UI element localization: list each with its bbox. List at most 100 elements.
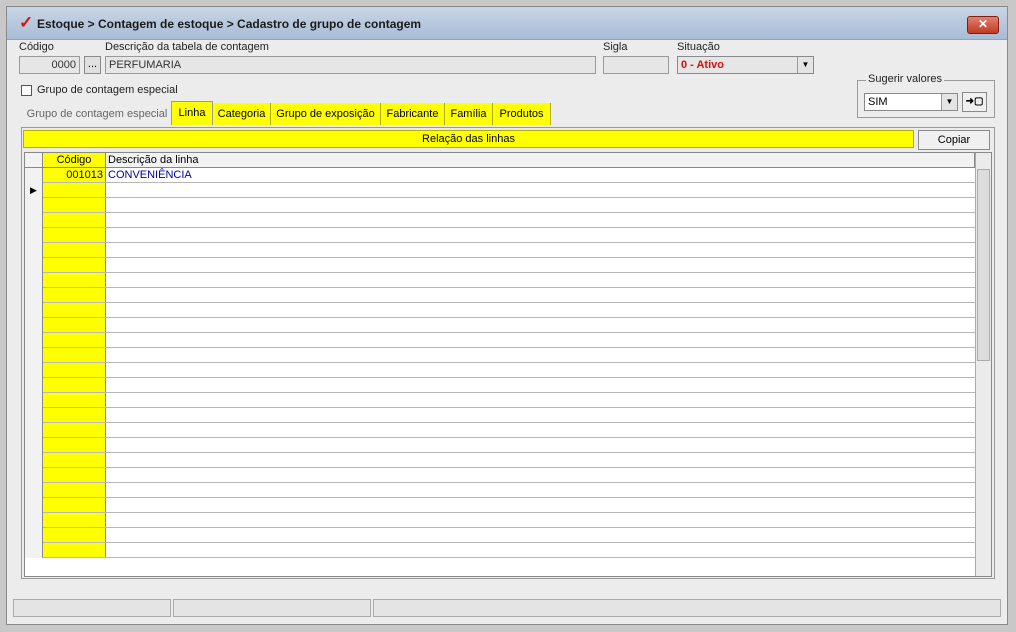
cell-codigo[interactable] — [43, 288, 106, 302]
table-row[interactable]: 001013 CONVENIÊNCIA — [25, 168, 975, 183]
cell-codigo[interactable] — [43, 393, 106, 407]
table-row[interactable] — [25, 258, 975, 273]
table-row[interactable] — [25, 288, 975, 303]
chevron-down-icon[interactable]: ▼ — [797, 57, 813, 73]
tab-grupo-especial[interactable]: Grupo de contagem especial — [23, 103, 171, 125]
cell-codigo[interactable] — [43, 273, 106, 287]
cell-descricao[interactable] — [106, 408, 108, 422]
cell-codigo[interactable] — [43, 483, 106, 497]
cell-descricao[interactable] — [106, 273, 108, 287]
cell-descricao[interactable] — [106, 438, 108, 452]
cell-codigo[interactable] — [43, 423, 106, 437]
cell-descricao[interactable] — [106, 543, 108, 557]
cell-codigo[interactable] — [43, 513, 106, 527]
cell-codigo[interactable] — [43, 453, 106, 467]
table-row[interactable] — [25, 333, 975, 348]
apply-suggestion-button[interactable]: ➜▢ — [962, 92, 987, 112]
sigla-field[interactable] — [603, 56, 669, 74]
cell-descricao[interactable] — [106, 498, 108, 512]
table-row[interactable] — [25, 528, 975, 543]
scrollbar-thumb[interactable] — [977, 169, 990, 361]
linhas-grid[interactable]: Código Descrição da linha 001013 CONVENIÊ… — [24, 152, 992, 577]
cell-descricao[interactable] — [106, 228, 108, 242]
cell-descricao[interactable] — [106, 468, 108, 482]
cell-codigo[interactable] — [43, 543, 106, 557]
table-row[interactable] — [25, 198, 975, 213]
chevron-down-icon[interactable]: ▼ — [941, 94, 957, 110]
tab-produtos[interactable]: Produtos — [493, 103, 551, 125]
lookup-button[interactable]: ... — [84, 56, 101, 74]
cell-descricao[interactable] — [106, 423, 108, 437]
cell-codigo[interactable] — [43, 408, 106, 422]
cell-descricao[interactable] — [106, 318, 108, 332]
cell-codigo[interactable] — [43, 498, 106, 512]
cell-codigo[interactable] — [43, 363, 106, 377]
sugerir-select[interactable]: SIM ▼ — [864, 93, 958, 111]
cell-codigo[interactable] — [43, 228, 106, 242]
table-row[interactable] — [25, 408, 975, 423]
tab-familia[interactable]: Família — [445, 103, 493, 125]
cell-descricao[interactable] — [106, 288, 108, 302]
cell-codigo[interactable] — [43, 438, 106, 452]
cell-descricao[interactable] — [106, 348, 108, 362]
cell-codigo[interactable] — [43, 378, 106, 392]
table-row[interactable] — [25, 243, 975, 258]
table-row[interactable] — [25, 483, 975, 498]
cell-codigo[interactable] — [43, 213, 106, 227]
table-row[interactable] — [25, 393, 975, 408]
table-row[interactable] — [25, 363, 975, 378]
cell-codigo[interactable] — [43, 243, 106, 257]
cell-codigo[interactable] — [43, 183, 106, 197]
tab-grupo-exposicao[interactable]: Grupo de exposição — [271, 103, 381, 125]
cell-descricao[interactable] — [106, 453, 108, 467]
vertical-scrollbar[interactable] — [975, 153, 991, 576]
table-row[interactable] — [25, 453, 975, 468]
table-row[interactable] — [25, 303, 975, 318]
tab-categoria[interactable]: Categoria — [213, 103, 271, 125]
cell-descricao[interactable] — [106, 243, 108, 257]
cell-codigo[interactable] — [43, 348, 106, 362]
table-row[interactable] — [25, 543, 975, 558]
cell-descricao[interactable] — [106, 258, 108, 272]
cell-descricao[interactable] — [106, 183, 108, 197]
table-row[interactable] — [25, 318, 975, 333]
cell-descricao[interactable] — [106, 213, 108, 227]
table-row[interactable]: ▶ — [25, 183, 975, 198]
table-row[interactable] — [25, 513, 975, 528]
cell-codigo[interactable]: 001013 — [43, 168, 106, 182]
tab-fabricante[interactable]: Fabricante — [381, 103, 445, 125]
column-header-codigo[interactable]: Código — [43, 153, 106, 168]
cell-descricao[interactable] — [106, 303, 108, 317]
tab-linha[interactable]: Linha — [171, 101, 213, 125]
cell-descricao[interactable] — [106, 483, 108, 497]
table-row[interactable] — [25, 468, 975, 483]
codigo-field[interactable]: 0000 — [19, 56, 80, 74]
table-row[interactable] — [25, 213, 975, 228]
table-row[interactable] — [25, 438, 975, 453]
cell-codigo[interactable] — [43, 198, 106, 212]
table-row[interactable] — [25, 378, 975, 393]
cell-descricao[interactable] — [106, 333, 108, 347]
descricao-field[interactable]: PERFUMARIA — [105, 56, 596, 74]
copiar-button[interactable]: Copiar — [918, 130, 990, 150]
situacao-select[interactable]: 0 - Ativo ▼ — [677, 56, 814, 74]
cell-codigo[interactable] — [43, 528, 106, 542]
grupo-especial-checkbox[interactable] — [21, 85, 32, 96]
cell-descricao[interactable] — [106, 513, 108, 527]
cell-codigo[interactable] — [43, 258, 106, 272]
cell-descricao[interactable] — [106, 528, 108, 542]
column-header-descricao[interactable]: Descrição da linha — [106, 153, 975, 168]
table-row[interactable] — [25, 348, 975, 363]
cell-descricao[interactable]: CONVENIÊNCIA — [106, 168, 192, 182]
cell-codigo[interactable] — [43, 468, 106, 482]
table-row[interactable] — [25, 423, 975, 438]
close-button[interactable]: ✕ — [967, 16, 999, 34]
table-row[interactable] — [25, 273, 975, 288]
cell-descricao[interactable] — [106, 393, 108, 407]
cell-descricao[interactable] — [106, 363, 108, 377]
cell-codigo[interactable] — [43, 303, 106, 317]
cell-codigo[interactable] — [43, 318, 106, 332]
cell-descricao[interactable] — [106, 198, 108, 212]
table-row[interactable] — [25, 498, 975, 513]
cell-codigo[interactable] — [43, 333, 106, 347]
